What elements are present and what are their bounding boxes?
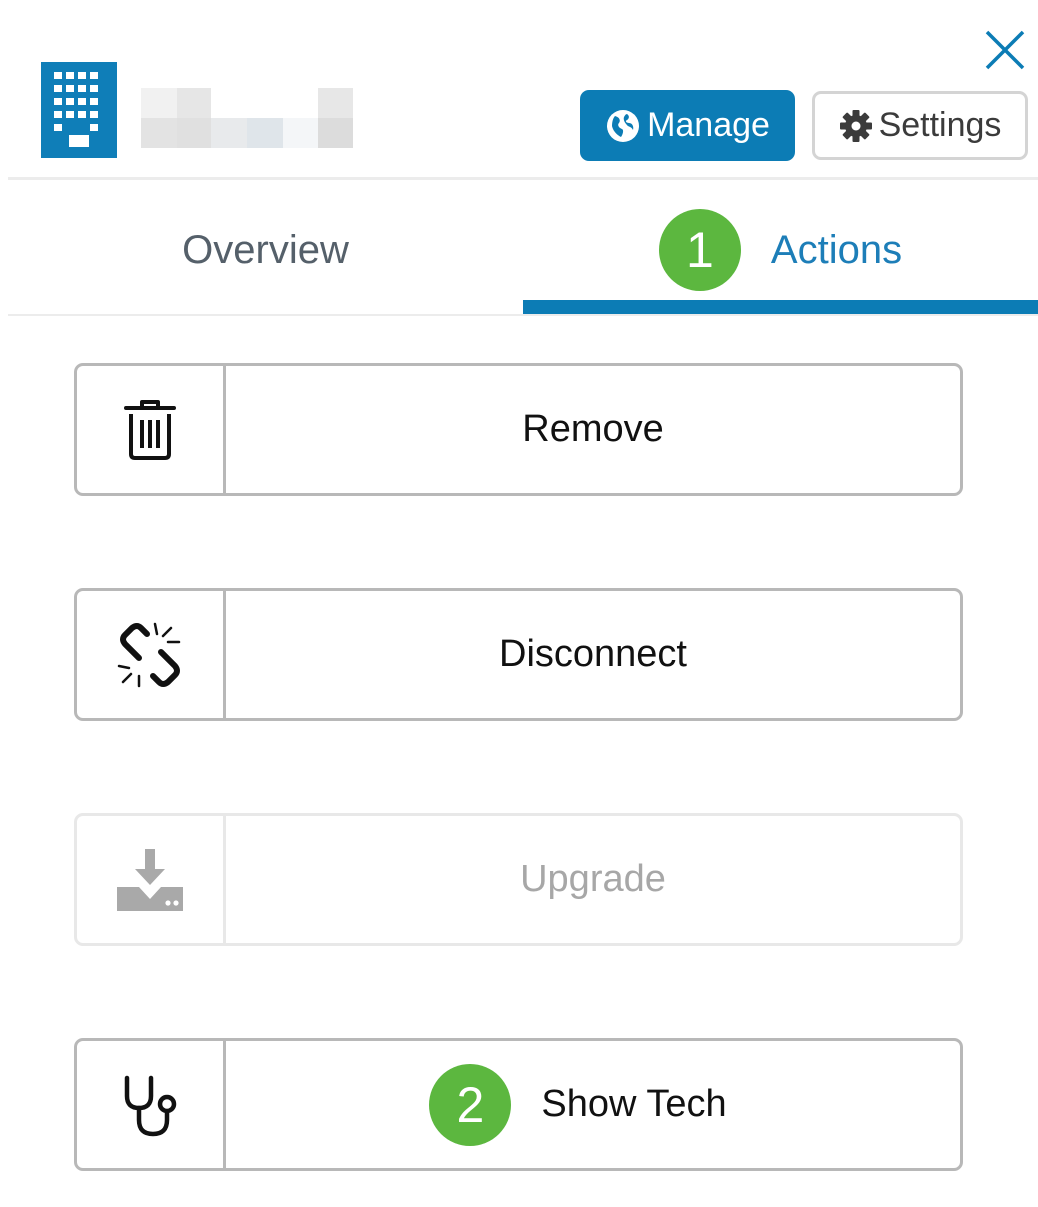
upgrade-button[interactable]: Upgrade [74,813,963,946]
header-divider [8,177,1038,180]
upgrade-label-cell: Upgrade [226,816,960,943]
step-badge-2: 2 [429,1063,512,1146]
tab-overview-label: Overview [182,227,349,272]
trash-icon [124,399,176,460]
disconnect-label: Disconnect [499,633,687,675]
tab-overview[interactable]: Overview [8,190,523,310]
show-tech-label-cell: 2 Show Tech [226,1041,960,1168]
show-tech-label: Show Tech [541,1083,727,1125]
close-icon [985,30,1025,70]
tab-actions-label: Actions [770,227,903,272]
remove-icon-cell [77,366,226,493]
remove-label-cell: Remove [226,366,960,493]
close-button[interactable] [983,28,1027,72]
manage-label: Manage [647,106,770,144]
tabs-divider [8,314,1038,316]
disconnect-button[interactable]: Disconnect [74,588,963,721]
tab-actions[interactable]: 1 Actions [523,190,1038,310]
show-tech-button[interactable]: 2 Show Tech [74,1038,963,1171]
disconnect-icon-cell [77,591,226,718]
show-tech-icon-cell [77,1041,226,1168]
building-icon [41,62,117,158]
broken-link-icon [117,622,181,687]
remove-label: Remove [522,408,664,450]
disconnect-label-cell: Disconnect [226,591,960,718]
remove-button[interactable]: Remove [74,363,963,496]
active-tab-indicator [523,300,1038,314]
upgrade-icon-cell [77,816,226,943]
globe-icon [607,109,640,142]
redacted-device-name [141,88,353,148]
settings-button[interactable]: Settings [812,91,1028,160]
settings-label: Settings [878,106,1002,144]
step-badge-1: 1 [658,209,741,291]
download-icon [117,848,183,911]
upgrade-label: Upgrade [520,858,666,900]
gear-icon [839,109,872,142]
manage-button[interactable]: Manage [580,90,795,161]
show-tech-label-group: 2 Show Tech [429,1063,727,1146]
stethoscope-icon [124,1075,177,1136]
